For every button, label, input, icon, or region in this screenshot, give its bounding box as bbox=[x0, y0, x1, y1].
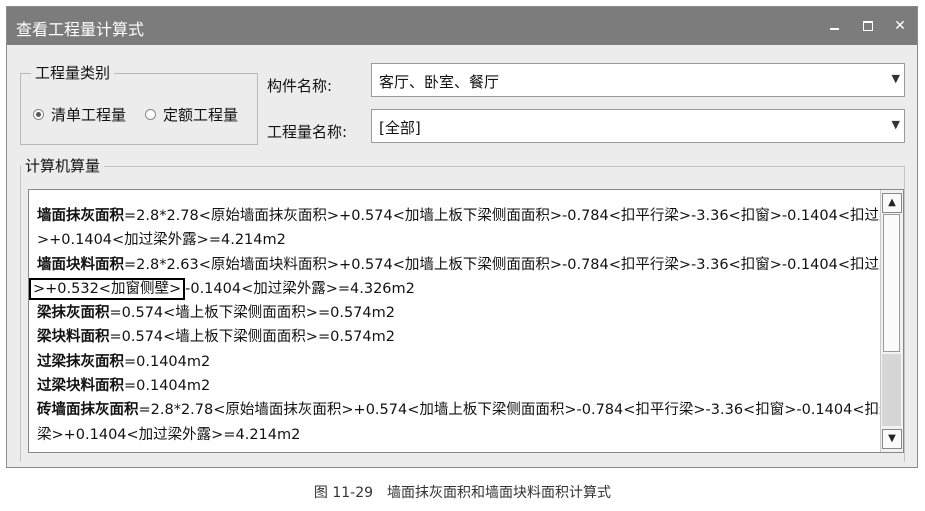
vertical-scrollbar[interactable]: ▲ ▼ bbox=[880, 190, 903, 452]
quota-quantity-radio[interactable]: 定额工程量 bbox=[145, 104, 238, 125]
chevron-down-icon: ▼ bbox=[891, 72, 900, 85]
formula-line: 砖墙面抹灰面积=2.8*2.78<原始墙面抹灰面积>+0.574<加墙上板下梁侧… bbox=[37, 398, 893, 422]
formula-text: =0.1404m2 bbox=[124, 378, 211, 395]
title-bar: 查看工程量计算式 ✕ bbox=[7, 7, 917, 45]
window-title: 查看工程量计算式 bbox=[16, 20, 145, 39]
formula-text: =0.1404m2 bbox=[124, 353, 211, 370]
quantity-type-group: 工程量类别 清单工程量 定额工程量 bbox=[20, 62, 258, 145]
formula-line: 过梁块料面积=0.1404m2 bbox=[37, 374, 877, 398]
formula-text: =2.8*2.78<原始墙面抹灰面积>+0.574<加墙上板下梁侧面面积>-0.… bbox=[124, 208, 894, 224]
formula-text: -0.1404<加过梁外露>=4.326m2 bbox=[185, 280, 415, 297]
scroll-up-button[interactable]: ▲ bbox=[882, 193, 902, 213]
formula-term: 墙面抹灰面积 bbox=[37, 208, 124, 224]
close-button[interactable]: ✕ bbox=[889, 15, 911, 37]
formula-term: 梁块料面积 bbox=[37, 329, 110, 346]
formula-text: =2.8*2.78<原始墙面抹灰面积>+0.574<加墙上板下梁侧面面积>-0.… bbox=[138, 402, 894, 419]
computer-calc-legend: 计算机算量 bbox=[21, 155, 105, 176]
close-icon: ✕ bbox=[894, 18, 906, 34]
quantity-type-legend: 工程量类别 bbox=[31, 62, 115, 83]
quantity-name-label: 工程量名称: bbox=[267, 123, 348, 141]
formula-term: 过梁抹灰面积 bbox=[37, 353, 124, 370]
formula-text: >+0.1404<加过梁外露>=4.214m2 bbox=[37, 232, 286, 249]
quota-quantity-label: 定额工程量 bbox=[163, 106, 239, 124]
minimize-button[interactable] bbox=[823, 15, 845, 37]
component-name-select[interactable]: 客厅、卧室、餐厅 ▼ bbox=[371, 63, 905, 97]
scrollbar-track[interactable] bbox=[882, 354, 901, 426]
figure-caption: 图 11-29 墙面抹灰面积和墙面块料面积计算式 bbox=[313, 485, 612, 501]
component-name-label: 构件名称: bbox=[267, 77, 333, 95]
formula-line: 墙面抹灰面积=2.8*2.78<原始墙面抹灰面积>+0.574<加墙上板下梁侧面… bbox=[37, 204, 893, 228]
scrollbar-thumb[interactable] bbox=[883, 214, 900, 352]
bill-quantity-label: 清单工程量 bbox=[51, 106, 127, 124]
formula-term: 墙面块料面积 bbox=[37, 256, 124, 273]
formula-line: 墙面块料面积=2.8*2.63<原始墙面块料面积>+0.574<加墙上板下梁侧面… bbox=[37, 253, 893, 277]
formula-text: =0.574<墙上板下梁侧面面积>=0.574m2 bbox=[109, 305, 395, 322]
maximize-icon bbox=[863, 21, 873, 31]
maximize-button[interactable] bbox=[857, 15, 879, 37]
formula-text: 梁>+0.1404<加过梁外露>=4.214m2 bbox=[37, 426, 301, 443]
arrow-down-icon: ▼ bbox=[888, 433, 896, 444]
component-name-value: 客厅、卧室、餐厅 bbox=[379, 73, 500, 91]
formula-line: 梁>+0.1404<加过梁外露>=4.214m2 bbox=[37, 423, 877, 447]
bill-quantity-radio[interactable]: 清单工程量 bbox=[33, 104, 126, 125]
formula-term: 砖墙面抹灰面积 bbox=[37, 402, 139, 419]
calc-dialog: 查看工程量计算式 ✕ 工程量类别 清单工程量 定额工程量 构件名称: 客厅、卧室… bbox=[6, 6, 918, 468]
formula-line: 过梁抹灰面积=0.1404m2 bbox=[37, 350, 877, 374]
formula-line: 梁抹灰面积=0.574<墙上板下梁侧面面积>=0.574m2 bbox=[37, 301, 877, 325]
highlight-box: >+0.532<加窗侧壁> bbox=[29, 277, 186, 300]
formula-text: =2.8*2.63<原始墙面块料面积>+0.574<加墙上板下梁侧面面积>-0.… bbox=[124, 256, 894, 273]
formula-line: >+0.532<加窗侧壁> -0.1404<加过梁外露>=4.326m2 bbox=[29, 277, 877, 301]
radio-unchecked-icon bbox=[145, 109, 156, 120]
arrow-up-icon: ▲ bbox=[888, 197, 896, 208]
quantity-name-select[interactable]: [全部] ▼ bbox=[371, 109, 905, 143]
minimize-icon bbox=[829, 28, 839, 30]
formula-line: >+0.1404<加过梁外露>=4.214m2 bbox=[37, 228, 877, 252]
scroll-down-button[interactable]: ▼ bbox=[882, 429, 902, 449]
formula-line: 梁块料面积=0.574<墙上板下梁侧面面积>=0.574m2 bbox=[37, 325, 877, 349]
radio-checked-icon bbox=[33, 109, 44, 120]
formula-term: 梁抹灰面积 bbox=[37, 305, 110, 322]
formula-term: 过梁块料面积 bbox=[37, 378, 124, 395]
calc-formula-textarea[interactable]: 墙面抹灰面积=2.8*2.78<原始墙面抹灰面积>+0.574<加墙上板下梁侧面… bbox=[28, 189, 904, 453]
chevron-down-icon: ▼ bbox=[891, 118, 900, 131]
formula-lines: 墙面抹灰面积=2.8*2.78<原始墙面抹灰面积>+0.574<加墙上板下梁侧面… bbox=[29, 204, 893, 447]
quantity-name-value: [全部] bbox=[379, 119, 421, 137]
formula-text: =0.574<墙上板下梁侧面面积>=0.574m2 bbox=[109, 329, 395, 346]
